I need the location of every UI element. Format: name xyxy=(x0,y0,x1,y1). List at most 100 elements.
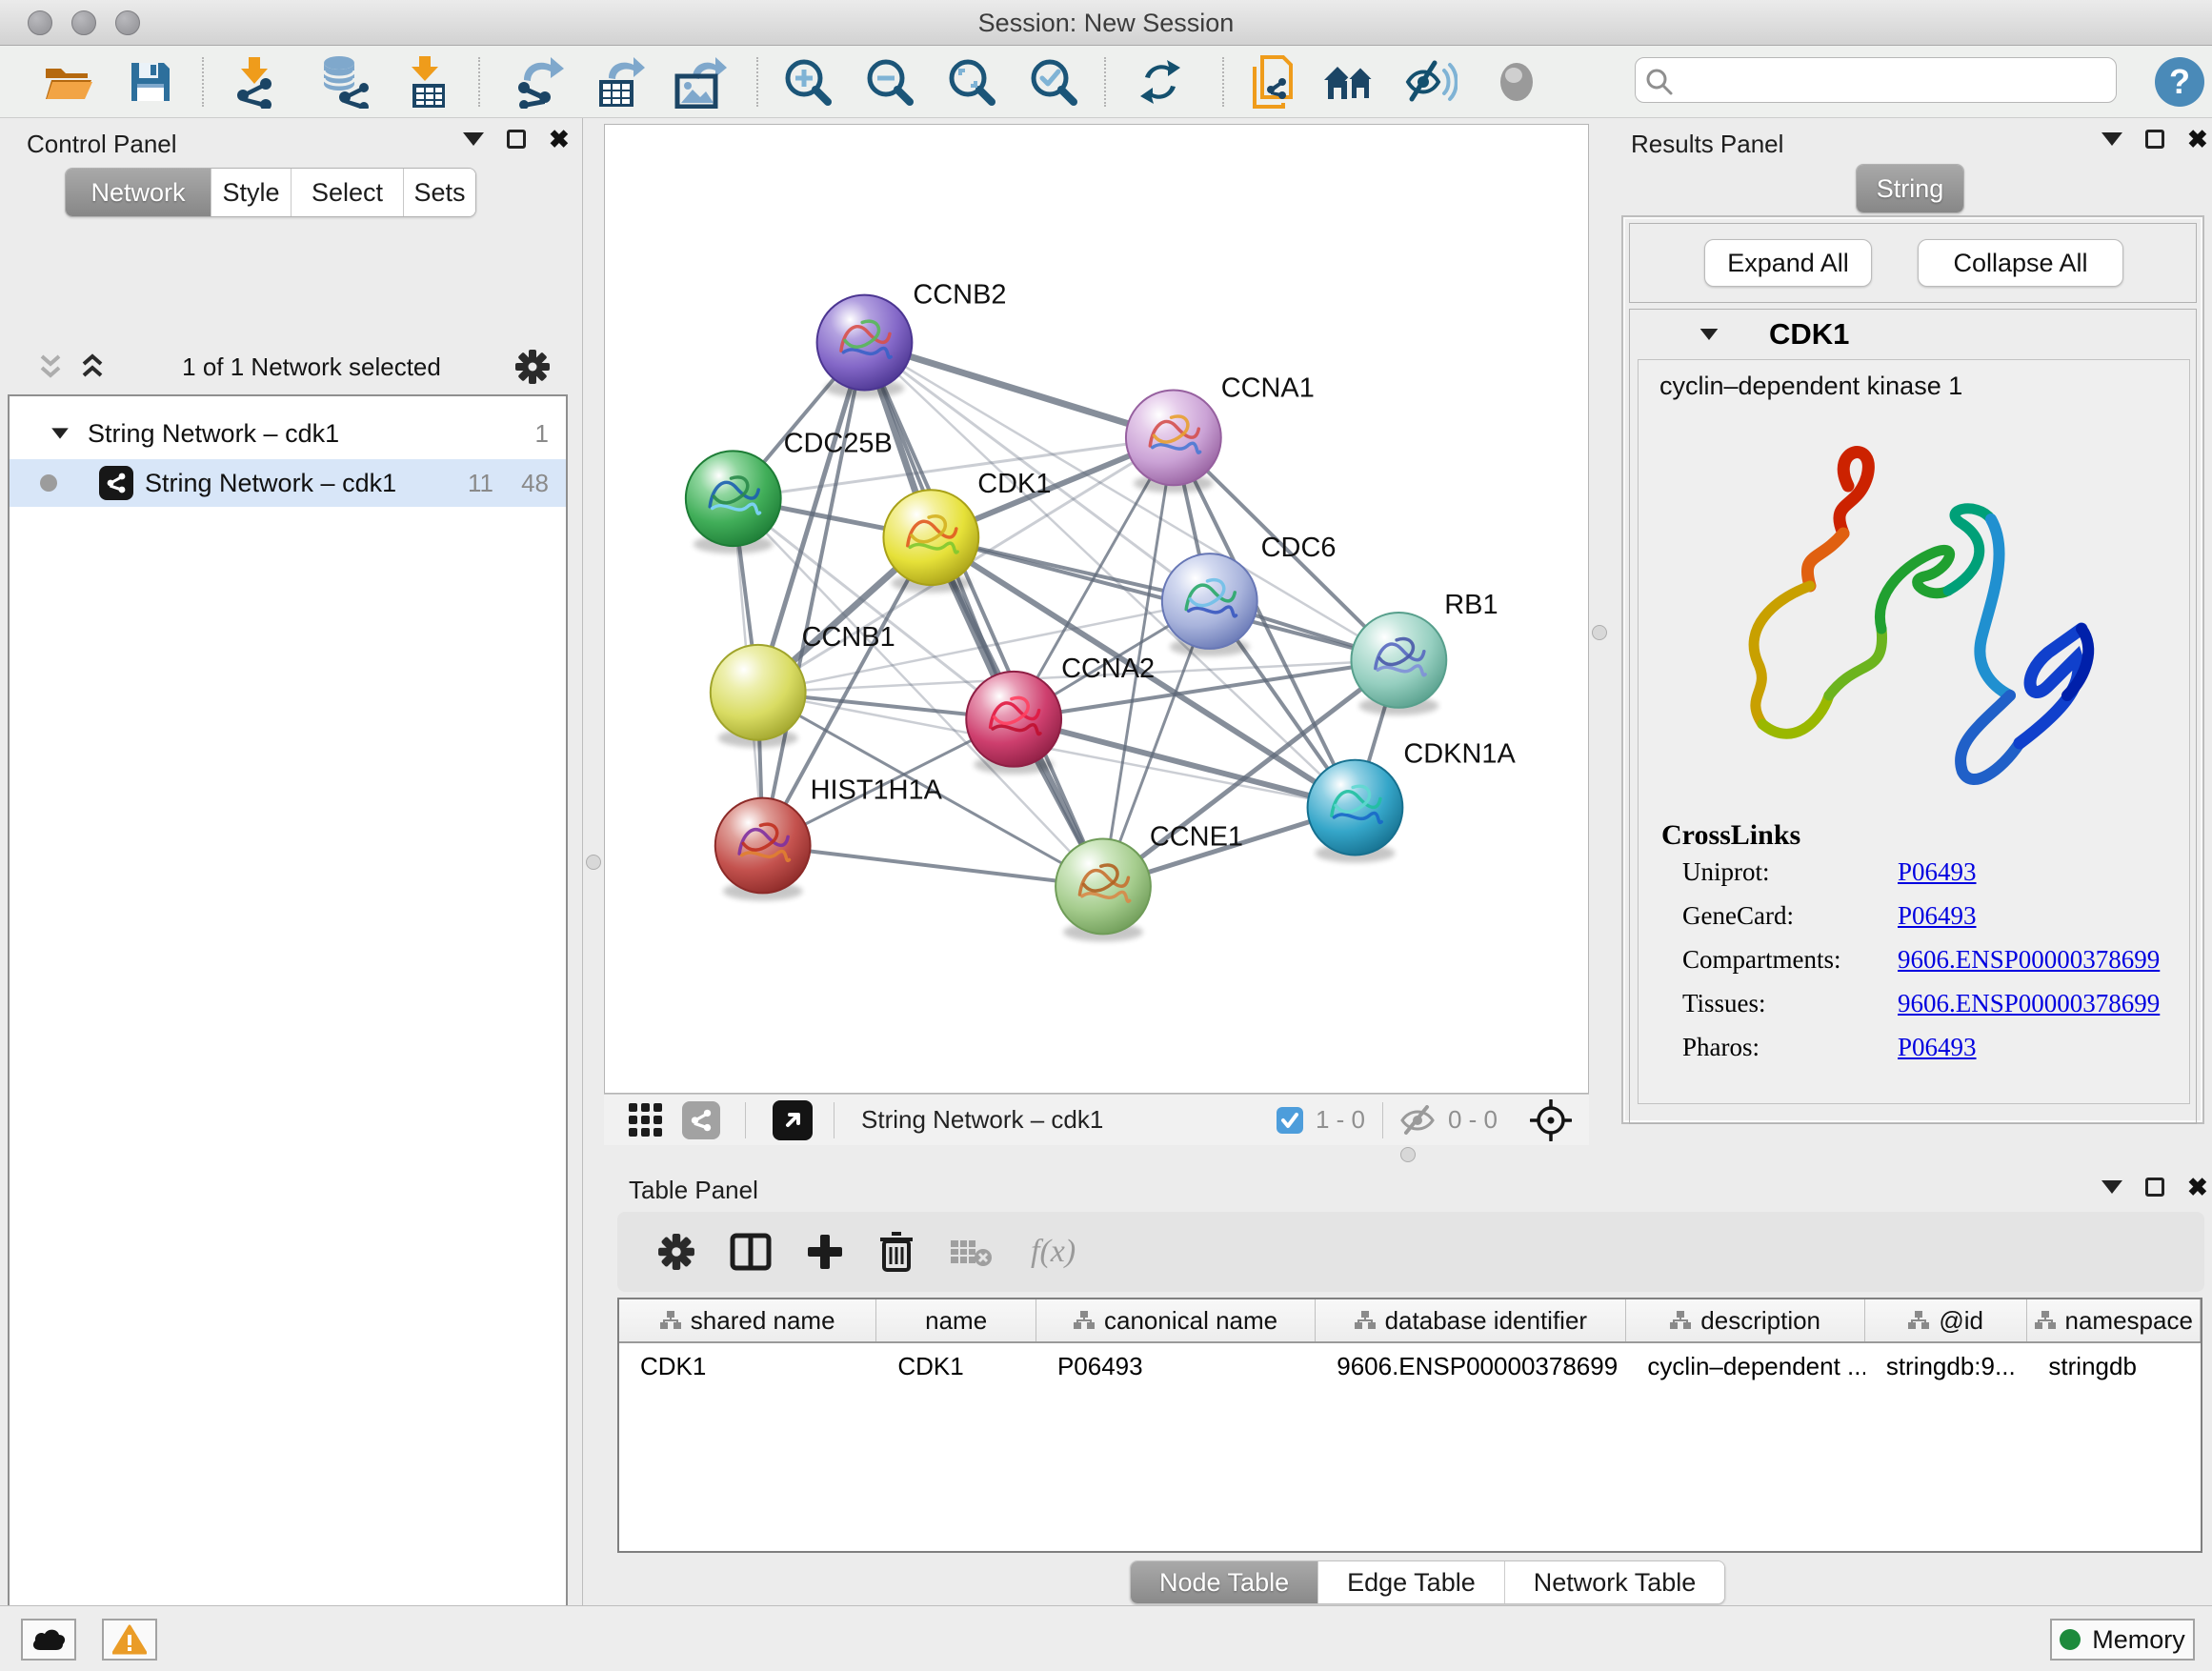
network-collection-row[interactable]: String Network – cdk1 1 xyxy=(10,410,566,457)
column-header-name[interactable]: name xyxy=(876,1299,1036,1341)
panel-float-icon[interactable] xyxy=(507,130,526,149)
tab-style[interactable]: Style xyxy=(211,169,291,216)
import-table-button[interactable] xyxy=(396,55,453,109)
save-session-button[interactable] xyxy=(122,55,179,109)
selected-checkbox-icon[interactable] xyxy=(1276,1106,1304,1135)
first-neighbors-button[interactable] xyxy=(1320,55,1377,109)
collapse-all-icon[interactable] xyxy=(34,351,67,383)
tab-string[interactable]: String xyxy=(1857,165,1963,212)
node-CCNA1[interactable] xyxy=(1126,390,1221,485)
crosslink-link[interactable]: 9606.ENSP00000378699 xyxy=(1898,945,2160,975)
import-network-from-database-button[interactable] xyxy=(314,55,372,109)
control-panel-title: Control Panel xyxy=(27,130,177,159)
node-CCNB2[interactable] xyxy=(817,295,913,391)
apply-layout-button[interactable] xyxy=(1132,55,1189,109)
panel-float-icon[interactable] xyxy=(2145,130,2164,149)
birds-eye-view-icon[interactable] xyxy=(773,1100,813,1140)
network-canvas[interactable]: CCNB2CCNA1CDC25BCDK1CDC6RB1CCNB1CCNA2CDK… xyxy=(604,124,1589,1094)
cloud-status-button[interactable] xyxy=(21,1619,76,1661)
grid-view-icon[interactable] xyxy=(627,1101,665,1139)
tab-network[interactable]: Network xyxy=(66,169,211,216)
export-image-button[interactable] xyxy=(672,55,729,109)
node-CDC25B[interactable] xyxy=(686,451,781,546)
node-CDC6[interactable] xyxy=(1162,554,1257,649)
tab-sets[interactable]: Sets xyxy=(403,169,475,216)
column-header--id[interactable]: @id xyxy=(1865,1299,2028,1341)
vertical-splitter-handle[interactable] xyxy=(586,855,601,870)
tab-network-table[interactable]: Network Table xyxy=(1504,1561,1725,1603)
memory-button[interactable]: Memory xyxy=(2050,1619,2195,1661)
help-button[interactable]: ? xyxy=(2151,55,2208,109)
cell-description[interactable]: cyclin–dependent ... xyxy=(1626,1345,1864,1387)
zoom-fit-button[interactable] xyxy=(943,55,1000,109)
column-header-database-identifier[interactable]: database identifier xyxy=(1316,1299,1626,1341)
protein-section-header[interactable]: CDK1 xyxy=(1630,310,2196,359)
panel-close-icon[interactable]: ✖ xyxy=(549,130,570,149)
edge-HIST1H1A-CCNE1[interactable] xyxy=(763,846,1103,887)
network-view-mode-icon[interactable] xyxy=(682,1101,720,1139)
export-table-button[interactable] xyxy=(591,55,648,109)
node-CDKN1A[interactable] xyxy=(1308,760,1403,856)
show-all-button[interactable] xyxy=(1488,55,1545,109)
crosslink-link[interactable]: 9606.ENSP00000378699 xyxy=(1898,989,2160,1018)
node-CDK1[interactable] xyxy=(883,490,978,585)
zoom-selected-button[interactable] xyxy=(1025,55,1082,109)
node-CCNB1[interactable] xyxy=(711,645,806,740)
edge-CCNB2-CCNA1[interactable] xyxy=(864,343,1173,438)
node-CCNA2[interactable] xyxy=(966,672,1061,767)
column-header-namespace[interactable]: namespace xyxy=(2027,1299,2201,1341)
panel-float-icon[interactable] xyxy=(2145,1178,2164,1197)
column-header-canonical-name[interactable]: canonical name xyxy=(1036,1299,1316,1341)
cell--id[interactable]: stringdb:9... xyxy=(1865,1345,2028,1387)
node-RB1[interactable] xyxy=(1351,613,1446,708)
panel-menu-icon[interactable] xyxy=(2101,132,2122,146)
hide-selected-button[interactable] xyxy=(1402,55,1459,109)
collapse-all-button[interactable]: Collapse All xyxy=(1918,239,2123,287)
clone-network-button[interactable] xyxy=(1244,55,1301,109)
delete-column-icon[interactable] xyxy=(878,1232,915,1272)
table-options-gear-icon[interactable] xyxy=(657,1233,695,1271)
expand-all-button[interactable]: Expand All xyxy=(1704,239,1872,287)
protein-details: cyclin–dependent kinase 1 xyxy=(1638,359,2190,1104)
zoom-out-button[interactable] xyxy=(861,55,918,109)
table-row[interactable]: CDK1CDK1P064939606.ENSP00000378699cyclin… xyxy=(619,1345,2201,1387)
import-network-button[interactable] xyxy=(227,55,284,109)
tree-expand-icon[interactable] xyxy=(51,428,69,438)
crosslink-link[interactable]: P06493 xyxy=(1898,901,1977,931)
navigator-crosshair-icon[interactable] xyxy=(1530,1099,1572,1141)
section-collapse-icon[interactable] xyxy=(1700,329,1719,340)
cell-canonical-name[interactable]: P06493 xyxy=(1036,1345,1316,1387)
gear-icon[interactable] xyxy=(514,349,551,385)
column-header-description[interactable]: description xyxy=(1626,1299,1864,1341)
tab-edge-table[interactable]: Edge Table xyxy=(1317,1561,1504,1603)
horizontal-splitter-handle[interactable] xyxy=(1400,1147,1416,1162)
warnings-button[interactable] xyxy=(102,1619,157,1661)
cell-shared-name[interactable]: CDK1 xyxy=(619,1345,876,1387)
tab-node-table[interactable]: Node Table xyxy=(1131,1561,1317,1603)
cell-database-identifier[interactable]: 9606.ENSP00000378699 xyxy=(1316,1345,1626,1387)
node-CCNE1[interactable] xyxy=(1056,839,1151,935)
cell-name[interactable]: CDK1 xyxy=(876,1345,1036,1387)
panel-menu-icon[interactable] xyxy=(463,132,484,146)
open-session-button[interactable] xyxy=(40,55,97,109)
add-column-icon[interactable] xyxy=(806,1233,844,1271)
node-HIST1H1A[interactable] xyxy=(715,798,811,894)
edge-CCNB2-HIST1H1A[interactable] xyxy=(763,343,865,846)
panel-close-icon[interactable]: ✖ xyxy=(2187,130,2208,149)
show-columns-icon[interactable] xyxy=(730,1233,772,1271)
crosslink-link[interactable]: P06493 xyxy=(1898,857,1977,887)
crosslink-link[interactable]: P06493 xyxy=(1898,1033,1977,1062)
panel-menu-icon[interactable] xyxy=(2101,1180,2122,1194)
search-input[interactable] xyxy=(1679,60,2108,100)
panel-close-icon[interactable]: ✖ xyxy=(2187,1178,2208,1197)
cell-namespace[interactable]: stringdb xyxy=(2027,1345,2201,1387)
node-count: 11 xyxy=(468,469,493,498)
vertical-splitter-handle[interactable] xyxy=(1592,625,1607,640)
tab-select[interactable]: Select xyxy=(291,169,403,216)
hidden-eye-icon[interactable] xyxy=(1398,1105,1437,1136)
export-network-button[interactable] xyxy=(510,55,567,109)
network-row-selected[interactable]: String Network – cdk1 11 48 xyxy=(10,459,566,507)
expand-all-icon[interactable] xyxy=(76,351,109,383)
column-header-shared-name[interactable]: shared name xyxy=(619,1299,876,1341)
zoom-in-button[interactable] xyxy=(779,55,836,109)
